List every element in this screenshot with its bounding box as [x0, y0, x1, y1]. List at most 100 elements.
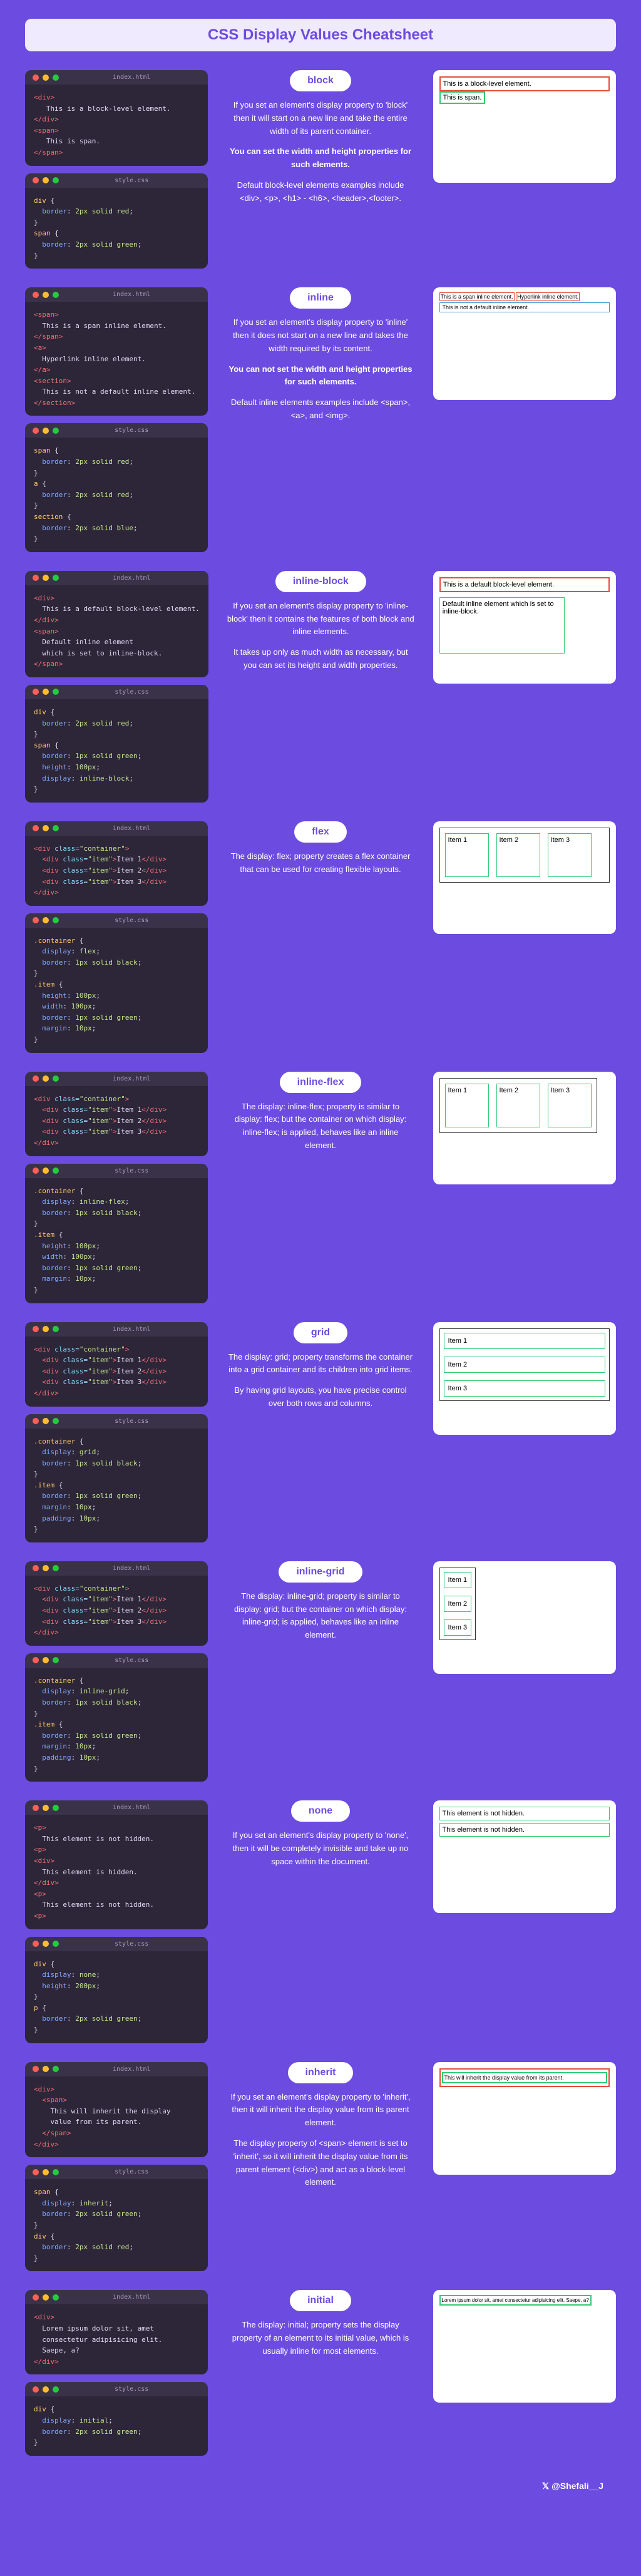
output-p: This element is not hidden. [439, 1807, 610, 1820]
output-none: This element is not hidden. This element… [433, 1800, 616, 1913]
output-div: This is a block-level element. [439, 76, 610, 91]
code-body: <div class="container"> <div class="item… [25, 836, 208, 906]
badge-grid: grid [294, 1322, 347, 1343]
css-code-inherit: style.css span { display: inherit; borde… [25, 2165, 208, 2271]
section-flex: index.html <div class="container"> <div … [25, 821, 616, 1053]
html-code-inherit: index.html <div> <span> This will inheri… [25, 2062, 208, 2158]
desc-bold: You can not set the width and height pro… [220, 363, 420, 389]
flex-item: Item 2 [496, 1084, 540, 1127]
code-body: .container { display: inline-grid; borde… [25, 1668, 208, 1782]
grid-container: Item 1 Item 2 Item 3 [439, 1328, 610, 1401]
code-body: .container { display: flex; border: 1px … [25, 928, 208, 1053]
desc: The display: inline-grid; property is si… [220, 1590, 420, 1642]
filename: style.css [63, 427, 200, 434]
desc: The display: initial; property sets the … [220, 2319, 420, 2358]
iflex-container: Item 1 Item 2 Item 3 [439, 1078, 597, 1133]
html-code-block: index.html <div> This is a block-level e… [25, 70, 208, 166]
html-code-inlineflex: index.html <div class="container"> <div … [25, 1072, 208, 1156]
filename: index.html [63, 291, 200, 298]
filename: index.html [63, 1804, 200, 1811]
desc: The display property of <span> element i… [220, 2137, 420, 2189]
badge-flex: flex [294, 821, 347, 843]
section-inline: index.html <span> This is a span inline … [25, 287, 616, 552]
desc: The display: grid; property transforms t… [220, 1351, 420, 1377]
section-inherit: index.html <div> <span> This will inheri… [25, 2062, 616, 2272]
section-grid: index.html <div class="container"> <div … [25, 1322, 616, 1542]
output-span: Default inline element which is set to i… [439, 597, 565, 654]
output-inherit: This will inherit the display value from… [433, 2062, 616, 2175]
flex-container: Item 1 Item 2 Item 3 [439, 828, 610, 883]
grid-item: Item 3 [444, 1380, 605, 1397]
filename: index.html [63, 1075, 200, 1082]
filename: index.html [63, 74, 200, 81]
css-code-flex: style.css .container { display: flex; bo… [25, 913, 208, 1053]
code-body: span { border: 2px solid red; } a { bord… [25, 438, 208, 552]
html-code-inline: index.html <span> This is a span inline … [25, 287, 208, 416]
output-inlineflex: Item 1 Item 2 Item 3 [433, 1072, 616, 1184]
badge-none: none [291, 1800, 350, 1822]
code-body: span { display: inherit; border: 2px sol… [25, 2179, 208, 2271]
desc: It takes up only as much width as necess… [221, 646, 421, 672]
html-code-initial: index.html <div> Lorem ipsum dolor sit, … [25, 2290, 208, 2374]
filename: index.html [63, 2294, 200, 2301]
grid-item: Item 1 [444, 1572, 472, 1588]
flex-item: Item 1 [445, 833, 489, 877]
output-inline: This is a span inline element. Hyperlink… [433, 287, 616, 400]
badge-block: block [290, 70, 351, 91]
css-code-inlineflex: style.css .container { display: inline-f… [25, 1164, 208, 1303]
desc: If you set an element's display property… [221, 600, 421, 639]
filename: index.html [63, 1565, 200, 1572]
badge-inline: inline [290, 287, 351, 309]
code-body: <div class="container"> <div class="item… [25, 1086, 208, 1156]
badge-inlinegrid: inline-grid [279, 1561, 362, 1583]
desc: By having grid layouts, you have precise… [220, 1384, 420, 1410]
code-body: <span> This is a span inline element. </… [25, 302, 208, 416]
code-body: <div> Lorem ipsum dolor sit, amet consec… [25, 2304, 208, 2374]
filename: style.css [63, 2168, 200, 2175]
html-code-none: index.html <p> This element is not hidde… [25, 1800, 208, 1929]
output-a: Hyperlink inline element. [516, 292, 580, 301]
filename: style.css [63, 177, 200, 184]
css-code-grid: style.css .container { display: grid; bo… [25, 1414, 208, 1542]
output-inlineblock: This is a default block-level element. D… [433, 571, 616, 684]
output-inlinegrid: Item 1 Item 2 Item 3 [433, 1561, 616, 1674]
filename: index.html [63, 2066, 200, 2073]
code-body: div { border: 2px solid red; } span { bo… [25, 699, 208, 803]
filename: style.css [63, 2386, 200, 2393]
css-code-initial: style.css div { display: initial; border… [25, 2382, 208, 2455]
html-code-grid: index.html <div class="container"> <div … [25, 1322, 208, 1407]
output-div: This is a default block-level element. [439, 577, 610, 592]
output-p: This element is not hidden. [439, 1823, 610, 1837]
output-div: Lorem ipsum dolor sit, amet consectetur … [439, 2295, 592, 2306]
desc: If you set an element's display property… [220, 1829, 420, 1868]
html-code-inlineblock: index.html <div> This is a default block… [25, 571, 208, 677]
badge-initial: initial [290, 2290, 351, 2311]
filename: index.html [63, 575, 201, 582]
desc: The display: inline-flex; property is si… [220, 1101, 420, 1152]
output-span: This is span. [439, 91, 486, 104]
code-body: <p> This element is not hidden. <p> <div… [25, 1815, 208, 1929]
output-section: This is not a default inline element. [439, 302, 610, 312]
desc: Default block-level elements examples in… [220, 179, 420, 205]
filename: style.css [63, 1418, 200, 1425]
css-code-inlineblock: style.css div { border: 2px solid red; }… [25, 685, 208, 803]
filename: style.css [63, 1657, 200, 1664]
output-block: This is a block-level element. This is s… [433, 70, 616, 183]
section-inlinegrid: index.html <div class="container"> <div … [25, 1561, 616, 1782]
output-grid: Item 1 Item 2 Item 3 [433, 1322, 616, 1435]
flex-item: Item 1 [445, 1084, 489, 1127]
output-span: This will inherit the display value from… [442, 2072, 607, 2083]
flex-item: Item 3 [548, 1084, 592, 1127]
section-inlineblock: index.html <div> This is a default block… [25, 571, 616, 803]
filename: style.css [63, 1941, 200, 1947]
html-code-flex: index.html <div class="container"> <div … [25, 821, 208, 906]
filename: style.css [63, 917, 200, 924]
code-body: <div> <span> This will inherit the displ… [25, 2076, 208, 2158]
code-body: <div> This is a block-level element. </d… [25, 85, 208, 166]
code-body: div { display: initial; border: 2px soli… [25, 2396, 208, 2455]
html-code-inlinegrid: index.html <div class="container"> <div … [25, 1561, 208, 1646]
css-code-none: style.css div { display: none; height: 2… [25, 1937, 208, 2043]
flex-item: Item 2 [496, 833, 540, 877]
badge-inherit: inherit [288, 2062, 354, 2083]
css-code-inline: style.css span { border: 2px solid red; … [25, 423, 208, 552]
